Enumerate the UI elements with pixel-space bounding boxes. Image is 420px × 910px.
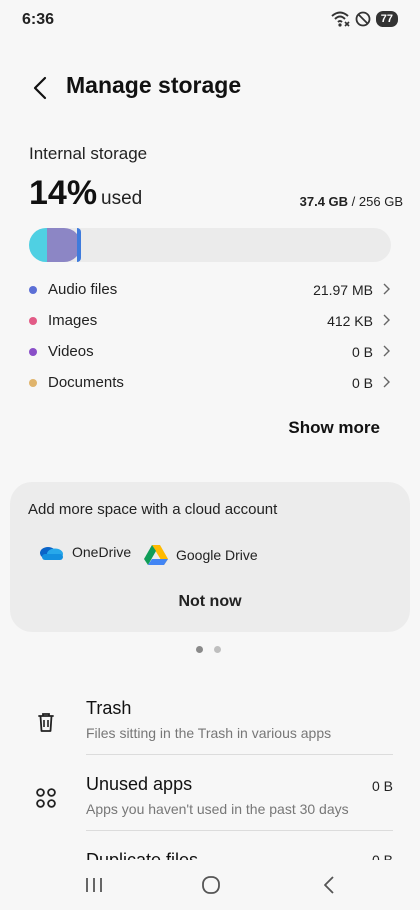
chevron-right-icon <box>383 283 390 295</box>
category-size: 412 KB <box>327 312 373 329</box>
do-not-disturb-icon <box>355 11 371 27</box>
capacity-separator: / <box>348 194 359 209</box>
category-color-dot <box>29 285 37 294</box>
cloud-account-card: Add more space with a cloud account OneD… <box>10 482 410 632</box>
unused-apps-title: Unused apps <box>86 774 193 794</box>
storage-category-list: Audio files 21.97 MB Images 412 KB Video… <box>29 274 391 398</box>
category-color-dot <box>29 316 37 325</box>
not-now-button[interactable]: Not now <box>10 593 410 611</box>
used-amount: 37.4 GB <box>299 194 349 209</box>
card-pager <box>196 646 221 653</box>
internal-storage-label: Internal storage <box>29 144 148 163</box>
storage-usage-bar <box>29 228 391 262</box>
back-arrow-icon <box>33 76 47 100</box>
duplicate-files-size: 0 B <box>371 852 393 860</box>
category-size: 21.97 MB <box>313 281 373 298</box>
category-audio-files[interactable]: Audio files 21.97 MB <box>29 274 391 305</box>
usage-segment-apps <box>47 228 81 262</box>
google-drive-option[interactable]: Google Drive <box>144 544 258 565</box>
status-icons: 77 <box>330 10 398 28</box>
home-button[interactable] <box>196 872 226 898</box>
trash-title: Trash <box>86 698 132 718</box>
divider <box>86 754 393 755</box>
category-label: Audio files <box>48 281 118 298</box>
category-color-dot <box>29 378 37 387</box>
google-drive-icon <box>144 545 168 565</box>
category-label: Documents <box>48 374 124 391</box>
trash-icon <box>38 713 54 732</box>
chevron-right-icon <box>383 345 390 357</box>
category-size: 0 B <box>351 343 373 360</box>
category-color-dot <box>29 347 37 356</box>
unused-apps-size: 0 B <box>371 778 393 794</box>
google-drive-label: Google Drive <box>176 546 258 563</box>
used-word: used <box>101 188 143 209</box>
battery-icon: 77 <box>375 11 398 27</box>
pager-dot <box>214 646 221 653</box>
category-images[interactable]: Images 412 KB <box>29 305 391 336</box>
cloud-card-title: Add more space with a cloud account <box>28 501 278 518</box>
category-videos[interactable]: Videos 0 B <box>29 336 391 367</box>
onedrive-label: OneDrive <box>72 544 132 560</box>
status-time: 6:36 <box>22 11 55 28</box>
category-size: 0 B <box>351 374 373 391</box>
recent-apps-button[interactable] <box>79 872 109 898</box>
storage-usage-summary: 14% used 37.4 GB / 256 GB <box>29 174 403 214</box>
onedrive-icon <box>40 547 63 560</box>
pager-dot-active <box>196 646 203 653</box>
category-documents[interactable]: Documents 0 B <box>29 367 391 398</box>
total-capacity: 256 GB <box>358 194 403 209</box>
status-bar: 6:36 77 <box>0 0 420 40</box>
navigation-bar <box>0 860 420 910</box>
used-percent: 14% <box>29 174 98 212</box>
storage-capacity: 37.4 GB / 256 GB <box>300 194 403 209</box>
back-button[interactable] <box>22 70 58 106</box>
duplicate-files-title[interactable]: Duplicate files <box>86 846 198 860</box>
usage-segment-other <box>29 228 49 262</box>
category-label: Videos <box>48 343 94 360</box>
recent-apps-icon <box>86 878 102 892</box>
unused-apps-subtitle: Apps you haven't used in the past 30 day… <box>86 801 349 817</box>
onedrive-option[interactable]: OneDrive <box>38 544 131 560</box>
page-title: Manage storage <box>66 72 242 98</box>
chevron-right-icon <box>383 376 390 388</box>
divider <box>86 830 393 831</box>
back-icon <box>324 876 334 894</box>
home-icon <box>202 876 220 894</box>
trash-subtitle: Files sitting in the Trash in various ap… <box>86 725 332 741</box>
category-label: Images <box>48 312 98 329</box>
nav-back-button[interactable] <box>314 872 344 898</box>
apps-icon <box>36 788 56 808</box>
show-more-button[interactable]: Show more <box>288 418 380 438</box>
wifi-icon <box>331 11 350 27</box>
chevron-right-icon <box>383 314 390 326</box>
